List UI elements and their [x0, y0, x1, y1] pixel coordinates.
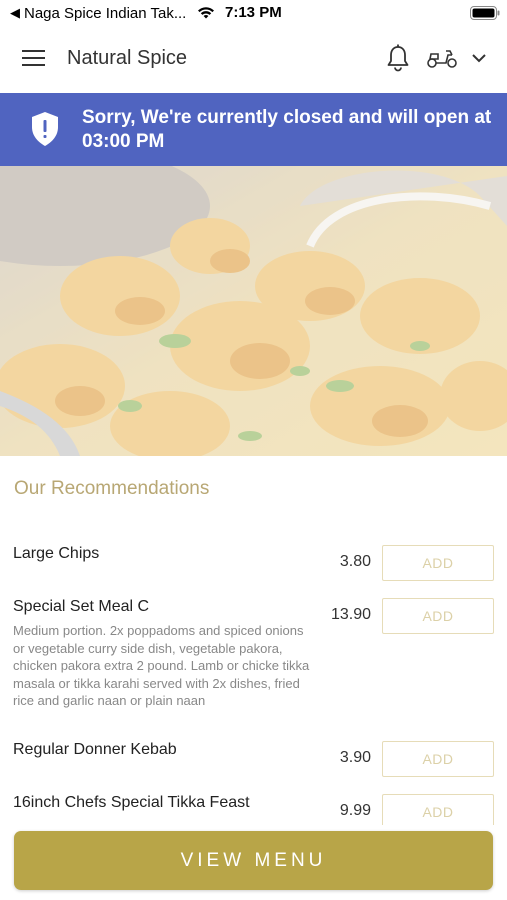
item-description: Medium portion. 2x poppadoms and spiced … — [13, 623, 310, 709]
add-button[interactable]: ADD — [382, 545, 494, 581]
list-item: Large Chips 3.80 ADD — [0, 545, 507, 598]
item-price: 9.99 — [339, 802, 371, 819]
add-button[interactable]: ADD — [382, 598, 494, 634]
wifi-icon — [198, 7, 214, 19]
back-to-app-label[interactable]: Naga Spice Indian Tak... — [24, 5, 186, 22]
add-button[interactable]: ADD — [382, 741, 494, 777]
item-name: Regular Donner Kebab — [13, 741, 177, 758]
item-price: 3.80 — [339, 553, 371, 570]
shield-alert-icon — [32, 112, 58, 146]
view-menu-button[interactable]: VIEW MENU — [14, 831, 493, 890]
chevron-down-icon[interactable] — [470, 50, 488, 66]
status-time: 7:13 PM — [225, 4, 282, 21]
item-price: 3.90 — [339, 749, 371, 766]
closed-banner: Sorry, We're currently closed and will o… — [0, 93, 507, 166]
status-bar: ◀ Naga Spice Indian Tak... 7:13 PM — [0, 0, 507, 28]
bell-icon[interactable] — [386, 44, 410, 72]
list-item: Special Set Meal C Medium portion. 2x po… — [0, 598, 507, 741]
item-price: 13.90 — [330, 606, 371, 623]
battery-icon — [470, 6, 500, 20]
scooter-icon[interactable] — [426, 46, 458, 70]
recommendations-list: Large Chips 3.80 ADD Special Set Meal C … — [0, 545, 507, 825]
list-item: Regular Donner Kebab 3.90 ADD — [0, 741, 507, 794]
item-name: Large Chips — [13, 545, 100, 562]
list-item: 16inch Chefs Special Tikka Feast 9.99 AD… — [0, 794, 507, 825]
food-photo — [0, 166, 507, 456]
recommendations-heading: Our Recommendations — [14, 478, 210, 499]
page-title: Natural Spice — [67, 47, 188, 69]
back-to-app-icon[interactable]: ◀ — [10, 5, 20, 21]
app-header: Natural Spice — [0, 28, 507, 92]
item-name: 16inch Chefs Special Tikka Feast — [13, 794, 250, 811]
item-name: Special Set Meal C — [13, 598, 150, 615]
hero-food-image — [0, 166, 507, 456]
add-button[interactable]: ADD — [382, 794, 494, 825]
menu-icon[interactable] — [22, 48, 46, 68]
closed-message: Sorry, We're currently closed and will o… — [82, 107, 492, 152]
